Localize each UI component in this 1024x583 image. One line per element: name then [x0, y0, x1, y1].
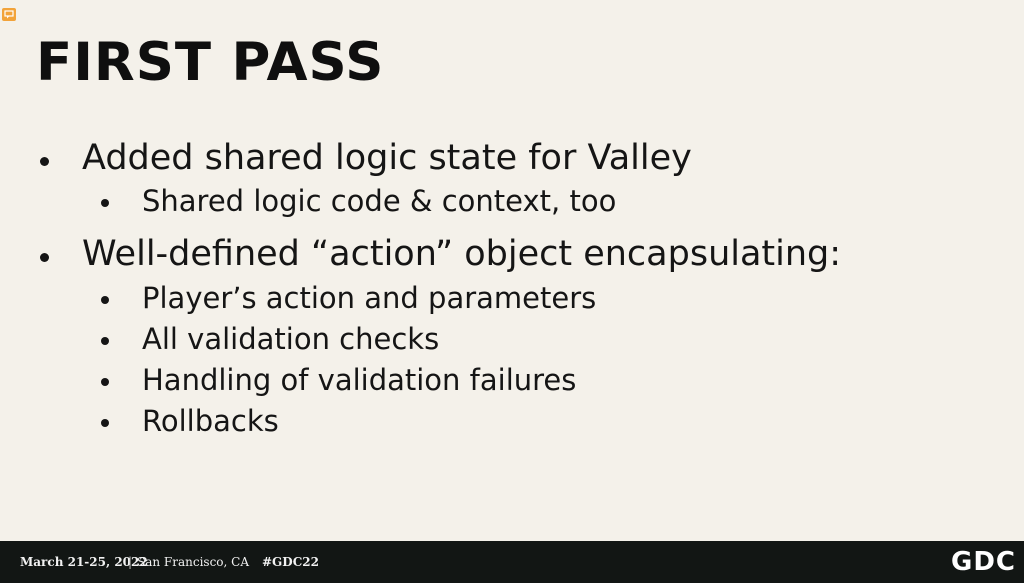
event-hashtag: #GDC22	[262, 555, 319, 569]
sub-bullet-item: All validation checks	[142, 322, 440, 356]
sub-bullet-dot	[101, 296, 109, 304]
sub-bullet-dot	[101, 378, 109, 386]
sub-bullet-dot	[101, 419, 109, 427]
sub-bullet-dot	[101, 199, 109, 207]
sub-bullet-item: Player’s action and parameters	[142, 281, 597, 315]
sub-bullet-item: Handling of validation failures	[142, 363, 577, 397]
bullet-dot	[40, 157, 49, 166]
sub-bullet-item: Rollbacks	[142, 404, 279, 438]
gdc-logo: GDC	[950, 547, 1016, 577]
bullet-dot	[40, 253, 49, 262]
bullet-item: Well-defined “action” object encapsulati…	[82, 234, 842, 274]
bullet-list: Added shared logic state for Valley Shar…	[0, 0, 1024, 540]
footer-bar: March 21-25, 2022 | San Francisco, CA #G…	[0, 541, 1024, 583]
footer-separator: |	[128, 555, 133, 569]
bullet-item: Added shared logic state for Valley	[82, 138, 692, 178]
event-location: San Francisco, CA	[137, 555, 250, 569]
sub-bullet-dot	[101, 337, 109, 345]
sub-bullet-item: Shared logic code & context, too	[142, 184, 617, 218]
